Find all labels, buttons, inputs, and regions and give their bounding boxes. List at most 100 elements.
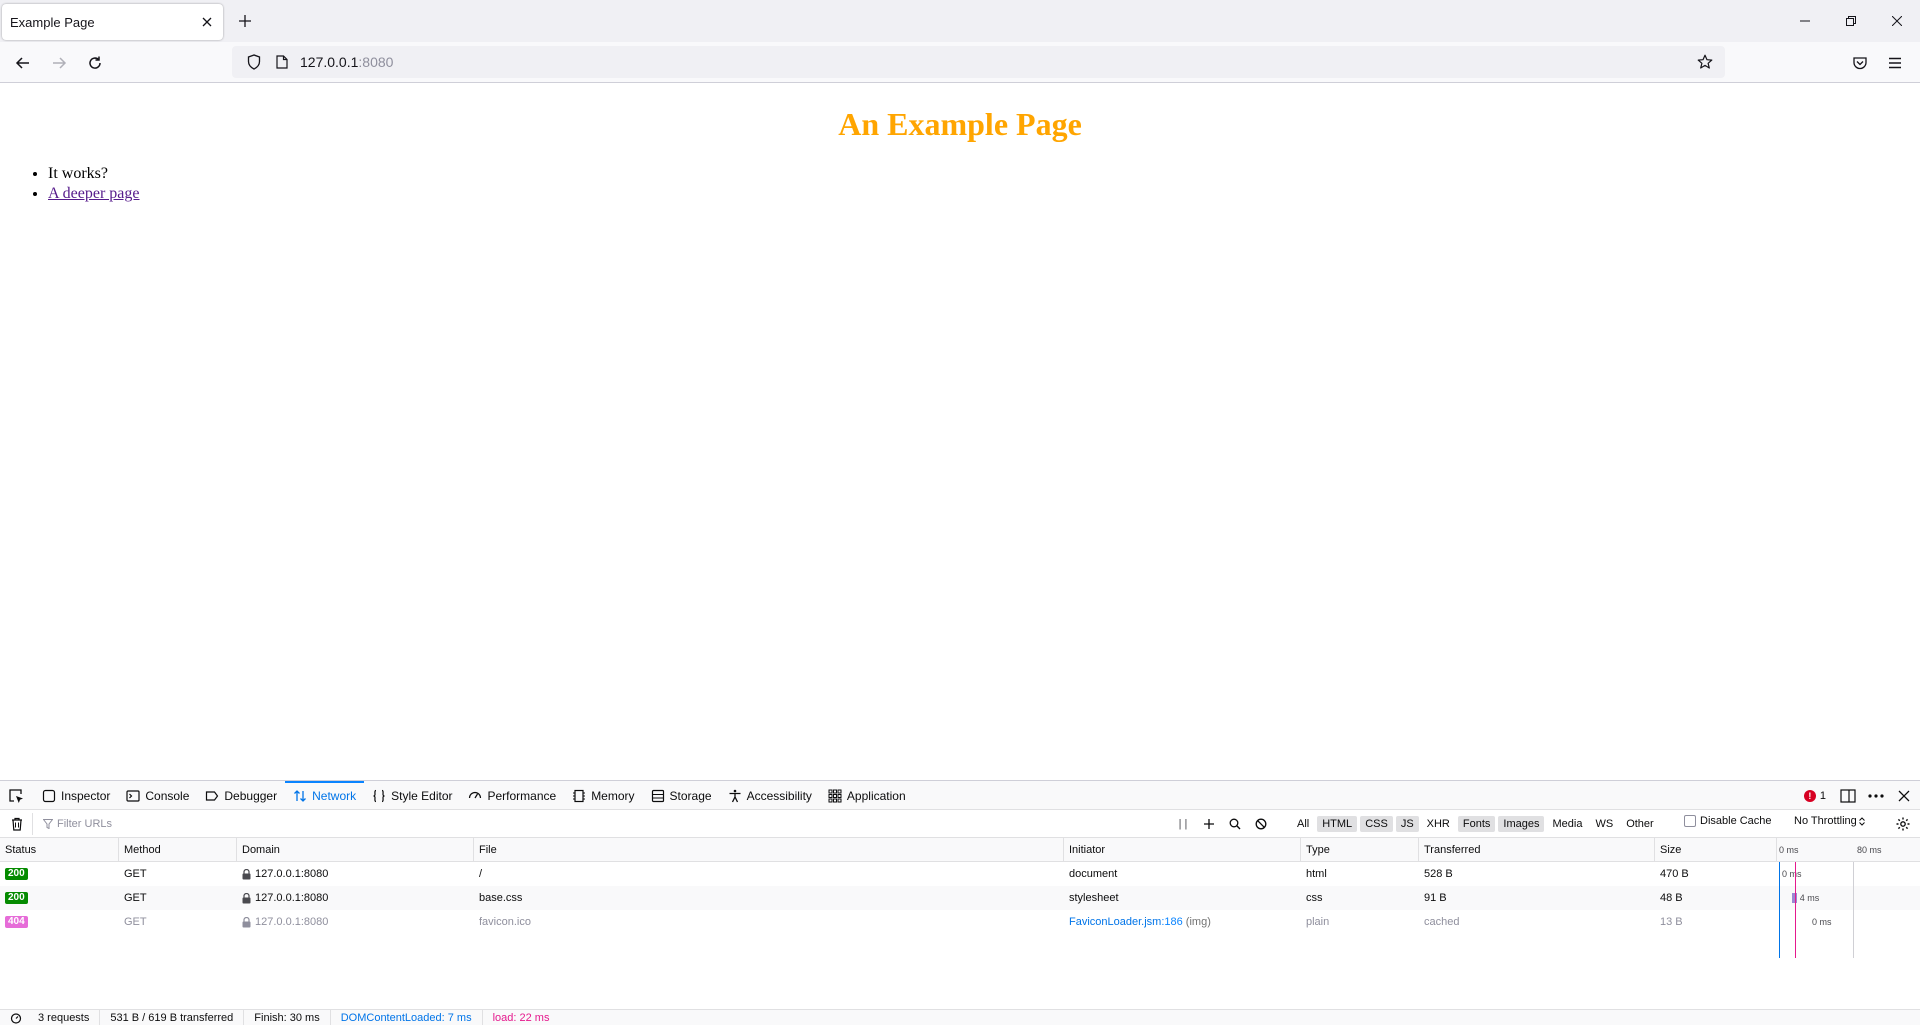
table-row[interactable]: 200 GET 127.0.0.1:8080 / document html 528 B 47… [0, 862, 1920, 886]
navigation-bar: 127.0.0.1:8080 [0, 42, 1920, 83]
page-info-icon[interactable] [268, 48, 296, 76]
filter-images[interactable]: Images [1498, 816, 1545, 832]
column-header-status[interactable]: Status [0, 838, 119, 862]
clear-requests-button[interactable] [6, 813, 28, 835]
add-request-blocking-button[interactable] [1198, 813, 1220, 835]
filter-other[interactable]: Other [1621, 816, 1659, 832]
transferred-summary: 531 B / 619 B transferred [100, 1009, 245, 1025]
devtools-tab-storage[interactable]: Storage [643, 781, 720, 810]
cell-size: 48 B [1655, 886, 1777, 910]
request-size: 470 B [1660, 868, 1689, 880]
list-item: It works? [48, 164, 140, 184]
filter-html[interactable]: HTML [1317, 816, 1358, 832]
close-tab-button[interactable] [195, 10, 219, 34]
tracking-protection-shield-icon[interactable] [240, 48, 268, 76]
status-badge: 404 [5, 916, 28, 929]
network-settings-button[interactable] [1892, 813, 1914, 835]
column-header-type[interactable]: Type [1301, 838, 1419, 862]
devtools-more-button[interactable] [1864, 785, 1888, 807]
initiator-line: :186 [1161, 916, 1183, 928]
dom-content-loaded-time: DOMContentLoaded: 7 ms [331, 1009, 483, 1025]
search-button[interactable] [1224, 813, 1246, 835]
disable-cache-checkbox[interactable] [1684, 815, 1696, 827]
page-list: It works? A deeper page [48, 164, 140, 204]
bookmark-star-button[interactable] [1691, 48, 1719, 76]
browser-tab[interactable]: Example Page [2, 4, 223, 40]
url-port: :8080 [358, 54, 394, 70]
minimize-button[interactable] [1782, 0, 1828, 42]
request-type: html [1306, 868, 1327, 880]
waterfall-header[interactable]: 0 ms 80 ms [1777, 838, 1920, 862]
requests-table-body: 200 GET 127.0.0.1:8080 / document html 528 B 47… [0, 862, 1920, 958]
block-requests-button[interactable] [1250, 813, 1272, 835]
devtools-tab-inspector[interactable]: Inspector [34, 781, 118, 810]
cell-status: 200 [0, 862, 119, 886]
throttling-select[interactable]: No Throttling [1794, 815, 1865, 827]
column-header-size[interactable]: Size [1655, 838, 1777, 862]
close-icon [1898, 790, 1910, 801]
cell-status: 404 [0, 910, 119, 934]
devtools-tab-performance[interactable]: Performance [460, 781, 564, 810]
app-menu-button[interactable] [1879, 49, 1911, 77]
request-domain: 127.0.0.1:8080 [255, 916, 329, 928]
devtools-tab-debugger[interactable]: Debugger [197, 781, 285, 810]
filter-ws[interactable]: WS [1590, 816, 1618, 832]
request-transferred: cached [1424, 916, 1460, 928]
error-count-badge[interactable]: ! 1 [1798, 789, 1832, 802]
pause-button[interactable]: | | [1172, 813, 1194, 835]
column-header-domain[interactable]: Domain [237, 838, 474, 862]
filter-js[interactable]: JS [1395, 816, 1419, 832]
request-file: / [479, 868, 483, 880]
stopwatch-icon [10, 1013, 22, 1024]
block-icon [1255, 818, 1267, 830]
new-tab-button[interactable] [232, 8, 258, 34]
close-window-button[interactable] [1874, 0, 1920, 42]
filter-fonts[interactable]: Fonts [1457, 816, 1496, 832]
devtools-tab-console[interactable]: Console [118, 781, 197, 810]
filter-urls-input[interactable] [57, 818, 1057, 830]
throttling-value: No Throttling [1794, 815, 1857, 827]
list-item: A deeper page [48, 184, 140, 204]
filter-funnel-icon [43, 819, 53, 829]
request-method: GET [124, 868, 147, 880]
column-header-initiator[interactable]: Initiator [1064, 838, 1301, 862]
disable-cache-toggle[interactable]: Disable Cache [1684, 815, 1772, 827]
back-button[interactable] [7, 49, 39, 77]
url-bar[interactable]: 127.0.0.1:8080 [232, 46, 1725, 78]
devtools-tab-memory[interactable]: Memory [564, 781, 642, 810]
devtools-tab-application[interactable]: Application [820, 781, 914, 810]
performance-analysis-button[interactable] [0, 1012, 28, 1024]
cell-domain: 127.0.0.1:8080 [237, 862, 474, 886]
page-content: An Example Page It works? A deeper page [0, 84, 1920, 780]
forward-button[interactable] [43, 49, 75, 77]
column-header-transferred[interactable]: Transferred [1419, 838, 1655, 862]
devtools-tab-network[interactable]: Network [285, 781, 365, 810]
dock-toggle-button[interactable] [1836, 785, 1860, 807]
element-picker-button[interactable] [4, 785, 28, 807]
filter-actions: | | [1172, 813, 1272, 835]
cell-domain: 127.0.0.1:8080 [237, 910, 474, 934]
network-filter-bar: | | AllHTMLCSSJSXHRFontsImagesMediaWSOth… [0, 810, 1920, 838]
filter-xhr[interactable]: XHR [1422, 816, 1455, 832]
devtools-tab-label: Storage [669, 788, 712, 803]
deeper-page-link[interactable]: A deeper page [48, 185, 140, 202]
devtools-tab-style-editor[interactable]: Style Editor [364, 781, 460, 810]
table-row[interactable]: 200 GET 127.0.0.1:8080 base.css stylesheet cs… [0, 886, 1920, 910]
plus-icon [239, 15, 251, 27]
table-row[interactable]: 404 GET 127.0.0.1:8080 favicon.ico FaviconLo… [0, 910, 1920, 934]
column-header-file[interactable]: File [474, 838, 1064, 862]
filter-media[interactable]: Media [1547, 816, 1587, 832]
filter-css[interactable]: CSS [1360, 816, 1393, 832]
restore-button[interactable] [1828, 0, 1874, 42]
column-header-method[interactable]: Method [119, 838, 237, 862]
initiator-link[interactable]: FaviconLoader.jsm:186 [1069, 916, 1183, 928]
filter-all[interactable]: All [1292, 816, 1314, 832]
reload-button[interactable] [79, 49, 111, 77]
dock-side-icon [1840, 788, 1856, 803]
devtools-tab-accessibility[interactable]: Accessibility [720, 781, 820, 810]
devtools-close-button[interactable] [1892, 785, 1916, 807]
style-editor-icon [373, 789, 385, 802]
forward-arrow-icon [53, 57, 67, 69]
waterfall-timing-label: 0 ms [1812, 917, 1832, 927]
pocket-button[interactable] [1844, 49, 1876, 77]
